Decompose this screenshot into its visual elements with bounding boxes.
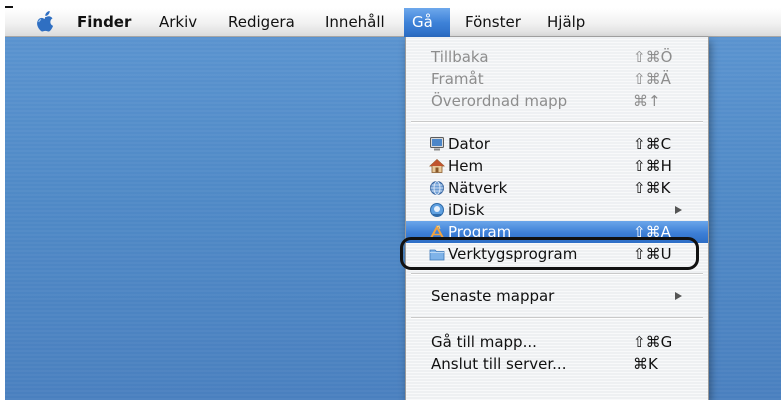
submenu-arrow-icon [675,292,682,300]
menu-item-idisk[interactable]: iDisk [406,199,708,221]
menu-item-framat[interactable]: Framåt ⇧⌘Ä [406,68,708,90]
menu-item-anslut-till-server[interactable]: Anslut till server... ⌘K [406,353,708,375]
menu-separator-highlight [411,318,703,319]
menu-item-shortcut: ⌘K [633,355,658,373]
menu-item-label: Överordnad mapp [431,92,568,110]
go-menu-dropdown: Tillbaka ⇧⌘Ö Framåt ⇧⌘Ä Överordnad mapp … [405,37,709,400]
menu-item-label: Gå till mapp... [431,333,537,351]
menu-item-overordnad-mapp[interactable]: Överordnad mapp ⌘↑ [406,90,708,112]
menu-redigera[interactable]: Redigera [220,8,303,37]
menu-item-shortcut: ⇧⌘C [633,135,672,153]
menu-fonster[interactable]: Fönster [457,8,529,37]
menu-separator-highlight [411,122,703,123]
menu-item-natverk[interactable]: Nätverk ⇧⌘K [406,177,708,199]
callout-highlight-ring [400,237,699,270]
menu-item-label: Hem [448,157,484,175]
menu-item-tillbaka[interactable]: Tillbaka ⇧⌘Ö [406,46,708,68]
screenshot-frame: Finder Arkiv Redigera Innehåll Gå Fönste… [0,0,781,400]
menu-item-shortcut: ⇧⌘H [633,157,672,175]
menu-item-label: iDisk [448,201,485,219]
menu-hjalp[interactable]: Hjälp [539,8,593,37]
menu-item-senaste-mappar[interactable]: Senaste mappar [406,285,708,307]
computer-icon [430,137,444,151]
menu-finder[interactable]: Finder [69,8,139,37]
menu-item-shortcut: ⇧⌘Ä [633,70,671,88]
menu-item-label: Nätverk [448,179,508,197]
menu-item-ga-till-mapp[interactable]: Gå till mapp... ⇧⌘G [406,331,708,353]
menu-separator-highlight [411,274,703,275]
menu-innehall[interactable]: Innehåll [317,8,393,37]
menu-item-shortcut: ⇧⌘G [633,333,673,351]
menu-item-label: Anslut till server... [431,355,567,373]
submenu-arrow-icon [675,206,682,214]
menu-item-label: Framåt [431,70,484,88]
home-icon [429,158,445,173]
menu-item-label: Tillbaka [431,48,489,66]
menu-item-shortcut: ⇧⌘Ö [633,48,673,66]
menu-item-dator[interactable]: Dator ⇧⌘C [406,133,708,155]
idisk-icon [430,203,444,217]
menu-item-label: Senaste mappar [431,287,555,305]
menu-item-hem[interactable]: Hem ⇧⌘H [406,155,708,177]
menu-item-label: Dator [448,135,490,153]
menu-item-shortcut: ⇧⌘K [633,179,671,197]
menu-ga[interactable]: Gå [404,8,450,37]
menu-item-shortcut: ⌘↑ [633,92,661,110]
menu-arkiv[interactable]: Arkiv [151,8,205,37]
network-icon [430,181,444,195]
apple-logo-icon[interactable] [34,11,56,33]
